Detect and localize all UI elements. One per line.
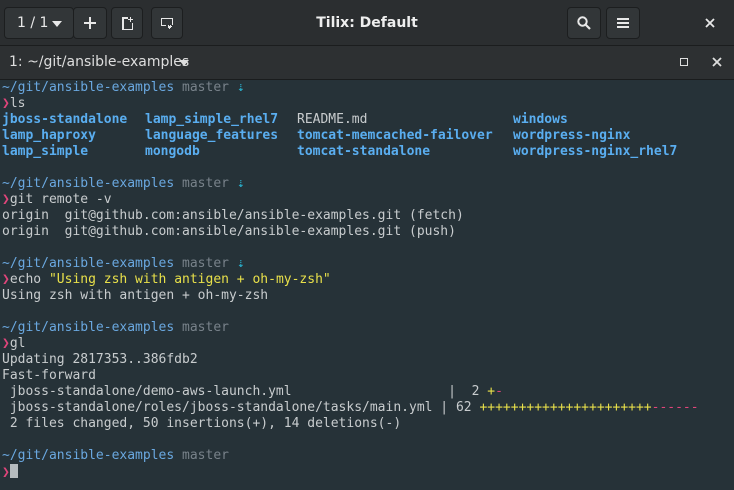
split-right-icon — [122, 17, 133, 30]
command-text: ls — [9, 96, 26, 111]
command-line: ❯echo "Using zsh with antigen + oh-my-zs… — [2, 272, 732, 288]
find-button[interactable] — [567, 7, 601, 39]
add-terminal-button[interactable] — [73, 7, 107, 39]
prompt-symbol: ❯ — [2, 465, 10, 480]
command-line: ❯gl — [2, 336, 732, 352]
prompt-symbol: ❯ — [2, 336, 10, 351]
prompt-branch: master — [182, 320, 229, 335]
ls-output-row: lamp_simple mongodb tomcat-standalone wo… — [2, 144, 732, 160]
output-line: Fast-forward — [2, 368, 96, 383]
window-close-button[interactable] — [700, 14, 720, 32]
header-bar: 1 / 1 Tilix: Default — [0, 0, 734, 46]
add-right-button[interactable] — [111, 7, 143, 39]
prompt-line: ~/git/ansible-examples master ⇣ — [2, 80, 732, 96]
ls-entry: mongodb — [145, 144, 200, 159]
ls-output-row: jboss-standalone lamp_simple_rhel7 READM… — [2, 112, 732, 128]
diffstat-file: jboss-standalone/demo-aws-launch.yml | 2 — [2, 384, 488, 399]
prompt-path: ~/git/ansible-examples — [2, 80, 175, 95]
ls-entry: wordpress-nginx_rhel7 — [513, 144, 678, 159]
maximize-icon[interactable] — [680, 58, 688, 66]
ls-entry: windows — [513, 112, 568, 127]
ls-entry: wordpress-nginx — [513, 128, 631, 143]
command-text: echo — [9, 272, 49, 287]
prompt-line: ~/git/ansible-examples master — [2, 320, 732, 336]
diffstat-minus: - — [495, 384, 503, 399]
output-line: 2 files changed, 50 insertions(+), 14 de… — [2, 416, 402, 431]
prompt-symbol: ❯ — [2, 96, 10, 111]
output-line: Updating 2817353..386fdb2 — [2, 352, 198, 367]
menu-button[interactable] — [606, 7, 640, 39]
output-line: origin git@github.com:ansible/ansible-ex… — [2, 208, 464, 223]
prompt-symbol: ❯ — [2, 192, 10, 207]
plus-icon — [84, 17, 96, 29]
diffstat-line: jboss-standalone/demo-aws-launch.yml | 2… — [2, 384, 732, 400]
ls-entry: lamp_haproxy — [2, 128, 96, 143]
prompt-behind-arrow: ⇣ — [236, 256, 245, 271]
terminal-title[interactable]: 1: ~/git/ansible-examples — [9, 46, 189, 79]
prompt-path: ~/git/ansible-examples — [2, 448, 175, 463]
prompt-branch: master — [182, 256, 229, 271]
session-switcher-button[interactable]: 1 / 1 — [4, 7, 74, 39]
ls-entry: language_features — [145, 128, 279, 143]
ls-entry: tomcat-memcached-failover — [297, 128, 493, 143]
diffstat-minus: ------ — [651, 400, 699, 415]
command-text: git remote -v — [9, 192, 112, 207]
close-icon — [705, 18, 715, 28]
command-string-argument: "Using zsh with antigen + oh-my-zsh" — [48, 272, 331, 287]
chevron-down-icon — [52, 21, 62, 27]
ls-entry: tomcat-standalone — [297, 144, 431, 159]
prompt-branch: master — [182, 176, 229, 191]
prompt-branch: master — [182, 80, 229, 95]
terminal-cursor — [9, 464, 18, 478]
diffstat-line: jboss-standalone/roles/jboss-standalone/… — [2, 400, 732, 416]
search-icon — [577, 16, 591, 30]
diffstat-plus: ++++++++++++++++++++++ — [479, 400, 652, 415]
session-label: 1 / 1 — [17, 15, 49, 31]
ls-entry: lamp_simple_rhel7 — [145, 112, 279, 127]
close-icon[interactable] — [712, 57, 722, 67]
diffstat-plus: + — [487, 384, 496, 399]
add-down-button[interactable] — [151, 7, 183, 39]
prompt-symbol: ❯ — [2, 272, 10, 287]
terminal-title-bar: 1: ~/git/ansible-examples — [0, 46, 734, 80]
output-line: origin git@github.com:ansible/ansible-ex… — [2, 224, 456, 239]
prompt-branch: master — [182, 448, 229, 463]
ls-entry: jboss-standalone — [2, 112, 128, 127]
command-text: gl — [9, 336, 26, 351]
prompt-path: ~/git/ansible-examples — [2, 256, 175, 271]
ls-output-row: lamp_haproxy language_features tomcat-me… — [2, 128, 732, 144]
prompt-path: ~/git/ansible-examples — [2, 320, 175, 335]
hamburger-menu-icon — [617, 18, 629, 28]
prompt-path: ~/git/ansible-examples — [2, 176, 175, 191]
ls-entry: lamp_simple — [2, 144, 89, 159]
command-line: ❯ls — [2, 96, 732, 112]
diffstat-file: jboss-standalone/roles/jboss-standalone/… — [2, 400, 480, 415]
prompt-line: ~/git/ansible-examples master ⇣ — [2, 176, 732, 192]
chevron-down-icon[interactable] — [179, 60, 189, 66]
prompt-line: ~/git/ansible-examples master — [2, 448, 732, 464]
ls-entry: README.md — [297, 112, 368, 127]
prompt-behind-arrow: ⇣ — [236, 176, 245, 191]
prompt-behind-arrow: ⇣ — [236, 80, 245, 95]
command-line: ❯git remote -v — [2, 192, 732, 208]
output-line: Using zsh with antigen + oh-my-zsh — [2, 288, 269, 303]
terminal-output[interactable]: ~/git/ansible-examples master ⇣ ❯ls jbos… — [2, 80, 732, 490]
split-down-icon — [161, 18, 173, 29]
command-line: ❯ — [2, 464, 732, 480]
prompt-line: ~/git/ansible-examples master ⇣ — [2, 256, 732, 272]
